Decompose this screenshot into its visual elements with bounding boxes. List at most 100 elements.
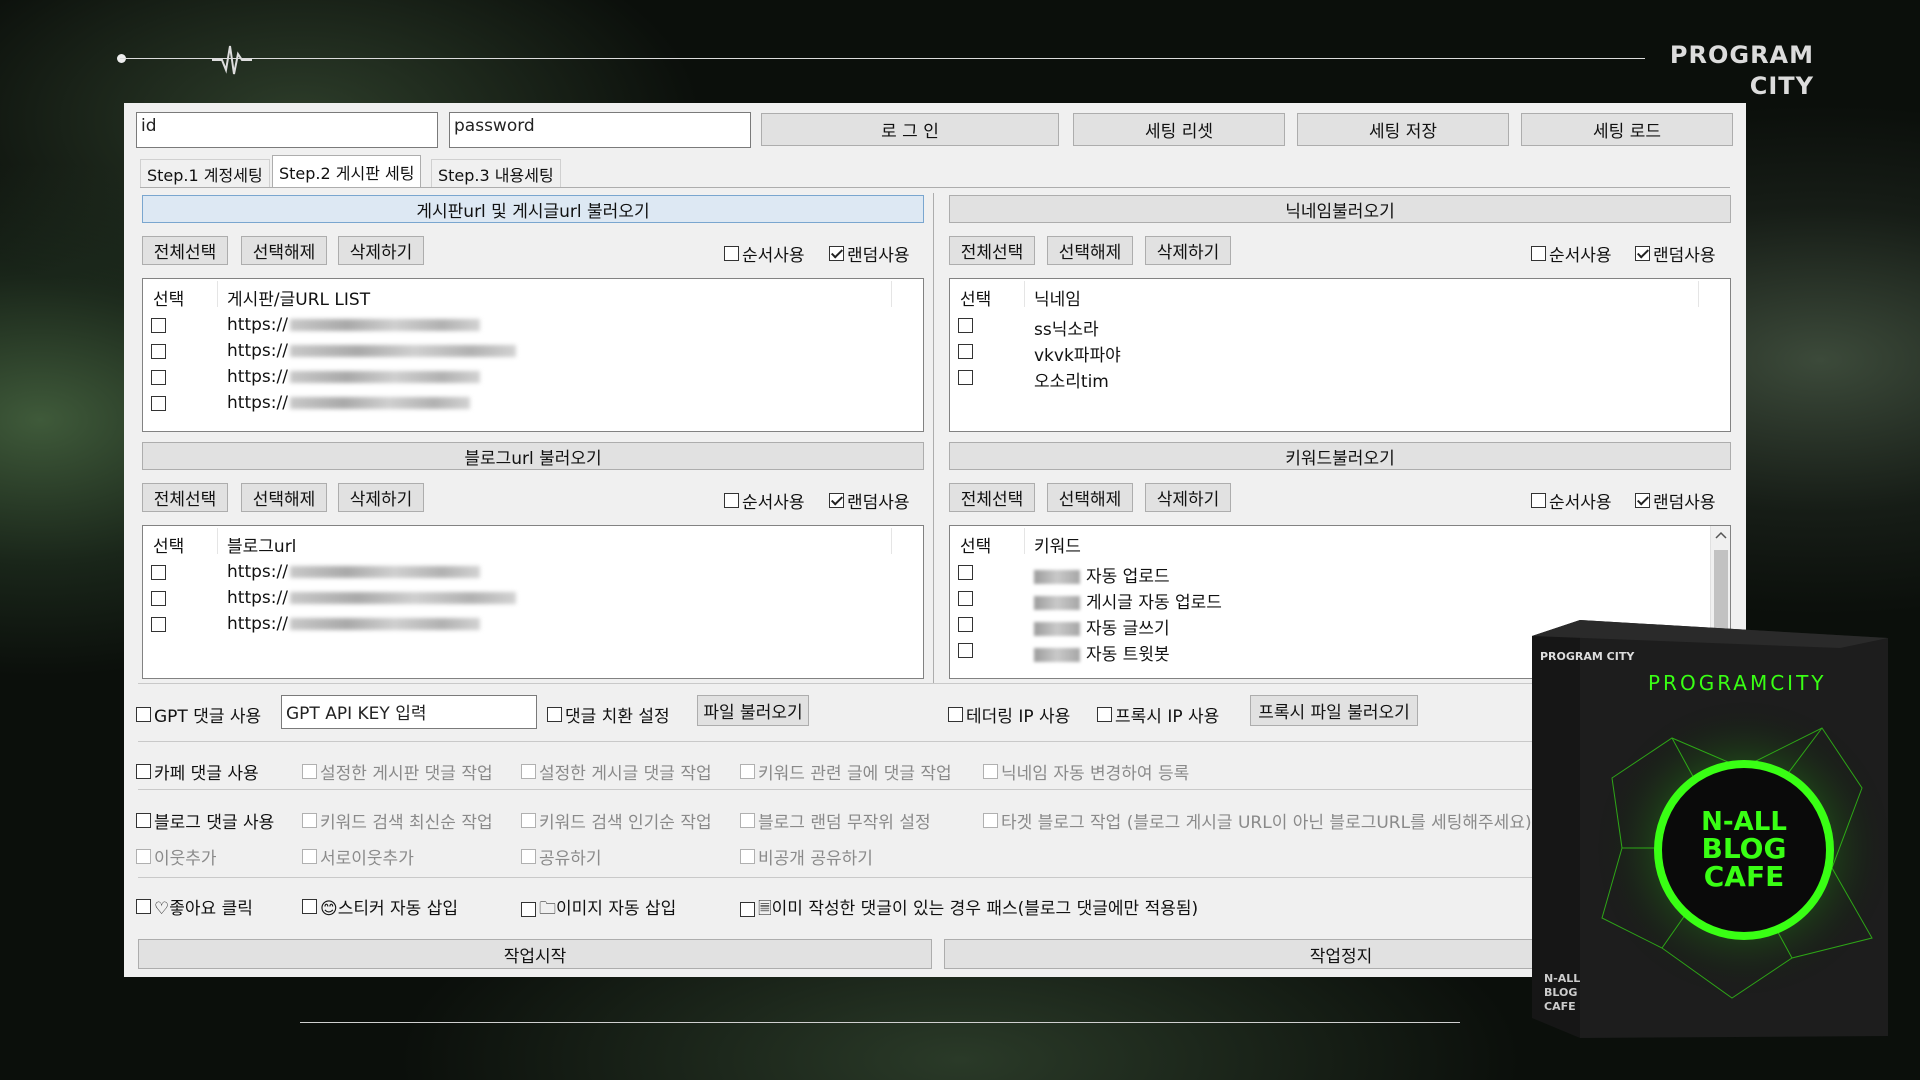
gpt-comment-checkbox[interactable]: GPT 댓글 사용 [136,702,261,727]
nick-select-all-button[interactable]: 전체선택 [949,236,1035,265]
list-item[interactable]: 오소리tim [950,365,1730,392]
brand-logo: PROGRAM CITY [1669,41,1814,100]
blog-random-checkbox[interactable]: 블로그 랜덤 무작위 설정 [740,808,931,833]
list-item[interactable]: 게시글 자동 업로드 [950,586,1730,613]
mutual-neighbor-checkbox[interactable]: 서로이웃추가 [302,844,414,869]
nick-random-checkbox[interactable]: 랜덤사용 [1635,241,1716,266]
nickname-load-button[interactable]: 닉네임불러오기 [949,195,1731,223]
blurred-url [289,566,480,578]
section-divider [138,877,1738,878]
list-item[interactable]: https:// [143,365,923,391]
file-load-button[interactable]: 파일 불러오기 [697,695,809,726]
checkbox-icon [302,764,317,779]
list-item[interactable]: ss닉소라 [950,313,1730,340]
checkbox-icon [958,344,973,359]
blurred-keyword [1034,596,1080,610]
nick-delete-button[interactable]: 삭제하기 [1145,236,1231,265]
board-delete-button[interactable]: 삭제하기 [338,236,424,265]
sticker-insert-checkbox[interactable]: 😊스티커 자동 삽입 [302,894,458,919]
list-item[interactable]: https:// [143,313,923,339]
blog-url-list[interactable]: 선택 블로그url https:// https:// https:// [142,525,924,679]
tab-step2[interactable]: Step.2 게시판 세팅 [272,155,422,187]
list-item[interactable]: https:// [143,586,923,612]
box-title: PROGRAMCITY [1648,671,1827,695]
spine-line1: N-ALL [1544,972,1580,985]
kw-order-checkbox[interactable]: 순서사용 [1531,488,1612,513]
scroll-up-icon[interactable] [1711,526,1731,544]
checkbox-icon [521,902,536,917]
checkbox-icon [151,344,166,359]
nick-deselect-button[interactable]: 선택해제 [1047,236,1133,265]
password-input[interactable]: password [449,112,751,148]
blurred-keyword [1034,648,1080,662]
list-item[interactable]: https:// [143,339,923,365]
id-input[interactable]: id [136,112,438,148]
list-item[interactable]: https:// [143,391,923,417]
kw-select-all-button[interactable]: 전체선택 [949,483,1035,512]
blog-keyword-popular-checkbox[interactable]: 키워드 검색 인기순 작업 [521,808,712,833]
app-window: id password 로 그 인 세팅 리셋 세팅 저장 세팅 로드 Step… [124,103,1746,977]
board-select-all-button[interactable]: 전체선택 [142,236,228,265]
gpt-api-key-input[interactable]: GPT API KEY 입력 [281,695,537,729]
checkbox-icon [151,565,166,580]
col-divider [217,281,218,307]
blog-select-all-button[interactable]: 전체선택 [142,483,228,512]
board-random-checkbox[interactable]: 랜덤사용 [829,241,910,266]
blog-target-checkbox[interactable]: 타겟 블로그 작업 (블로그 게시글 URL이 아닌 블로그URL를 세팅해주세… [983,808,1532,833]
pulse-icon [212,45,252,75]
blog-random-checkbox[interactable]: 랜덤사용 [829,488,910,513]
checkbox-icon [958,617,973,632]
blog-keyword-recent-checkbox[interactable]: 키워드 검색 최신순 작업 [302,808,493,833]
nick-order-checkbox[interactable]: 순서사용 [1531,241,1612,266]
list-item[interactable]: vkvk파파야 [950,339,1730,366]
blog-order-checkbox[interactable]: 순서사용 [724,488,805,513]
like-click-checkbox[interactable]: ♡좋아요 클릭 [136,894,253,919]
neighbor-add-checkbox[interactable]: 이웃추가 [136,844,217,869]
keyword-load-button[interactable]: 키워드불러오기 [949,442,1731,470]
blog-delete-button[interactable]: 삭제하기 [338,483,424,512]
blog-deselect-button[interactable]: 선택해제 [241,483,327,512]
board-url-list[interactable]: 선택 게시판/글URL LIST https:// https:// https… [142,278,924,432]
board-deselect-button[interactable]: 선택해제 [241,236,327,265]
section-divider [138,683,1738,684]
cafe-comment-checkbox[interactable]: 카페 댓글 사용 [136,759,259,784]
kw-deselect-button[interactable]: 선택해제 [1047,483,1133,512]
kw-delete-button[interactable]: 삭제하기 [1145,483,1231,512]
load-settings-button[interactable]: 세팅 로드 [1521,113,1733,146]
checkbox-icon [983,813,998,828]
start-button[interactable]: 작업시작 [138,939,932,969]
kw-random-checkbox[interactable]: 랜덤사용 [1635,488,1716,513]
reset-settings-button[interactable]: 세팅 리셋 [1073,113,1285,146]
share-checkbox[interactable]: 공유하기 [521,844,602,869]
list-item[interactable]: https:// [143,612,923,638]
skip-commented-checkbox[interactable]: 🗏이미 작성한 댓글이 있는 경우 패스(블로그 댓글에만 적용됨) [740,894,1198,925]
private-share-checkbox[interactable]: 비공개 공유하기 [740,844,873,869]
cafe-post-comment-checkbox[interactable]: 설정한 게시글 댓글 작업 [521,759,712,784]
proxy-ip-checkbox[interactable]: 프록시 IP 사용 [1097,702,1219,727]
cafe-board-comment-checkbox[interactable]: 설정한 게시판 댓글 작업 [302,759,493,784]
proxy-file-load-button[interactable]: 프록시 파일 불러오기 [1250,695,1418,726]
blog-url-load-button[interactable]: 블로그url 불러오기 [142,442,924,470]
checkbox-icon [151,370,166,385]
checkbox-icon [136,849,151,864]
blog-comment-checkbox[interactable]: 블로그 댓글 사용 [136,808,274,833]
board-url-load-button[interactable]: 게시판url 및 게시글url 불러오기 [142,195,924,223]
blurred-url [289,371,480,383]
tab-step1[interactable]: Step.1 계정세팅 [140,159,270,187]
checkbox-icon [302,849,317,864]
login-button[interactable]: 로 그 인 [761,113,1059,146]
board-order-checkbox[interactable]: 순서사용 [724,241,805,266]
panel-separator [933,193,934,683]
comment-replace-checkbox[interactable]: 댓글 치환 설정 [547,702,670,727]
tethering-ip-checkbox[interactable]: 테더링 IP 사용 [948,702,1070,727]
col-divider [217,528,218,554]
tab-step3[interactable]: Step.3 내용세팅 [431,159,561,187]
nickname-list[interactable]: 선택 닉네임 ss닉소라 vkvk파파야 오소리tim [949,278,1731,432]
cafe-nickname-change-checkbox[interactable]: 닉네임 자동 변경하여 등록 [983,759,1189,784]
list-item[interactable]: 자동 업로드 [950,560,1730,587]
image-insert-checkbox[interactable]: 🗀이미지 자동 삽입 [521,894,676,925]
checkbox-checked-icon [1635,493,1650,508]
save-settings-button[interactable]: 세팅 저장 [1297,113,1509,146]
cafe-keyword-comment-checkbox[interactable]: 키워드 관련 글에 댓글 작업 [740,759,952,784]
list-item[interactable]: https:// [143,560,923,586]
